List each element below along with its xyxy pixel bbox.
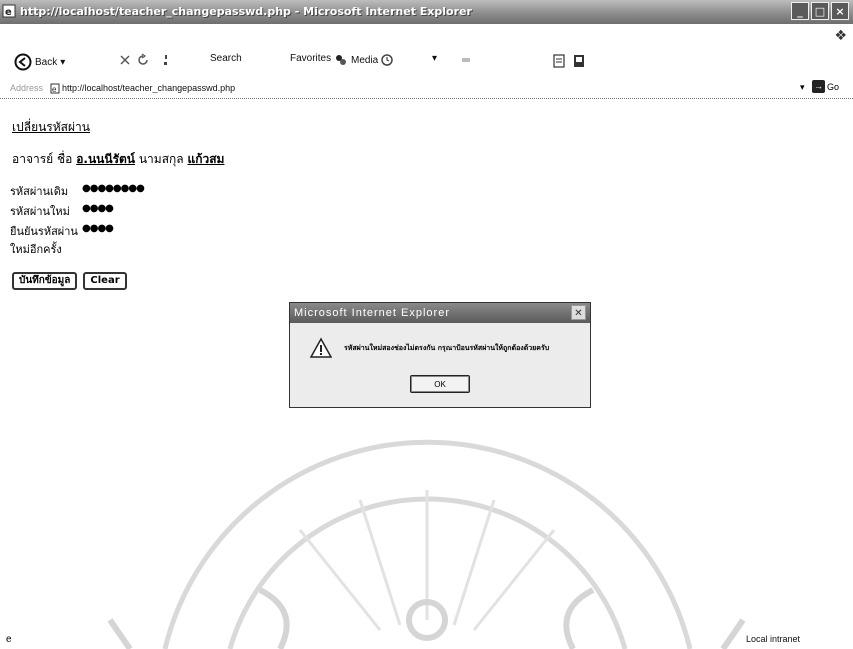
- ie-icon: e: [2, 4, 16, 18]
- new-password-label: รหัสผ่านใหม่: [10, 205, 70, 218]
- stop-button[interactable]: [118, 53, 132, 67]
- teacher-prefix: อาจารย์ ชื่อ: [12, 152, 73, 166]
- favorites-label: Favorites: [290, 53, 332, 64]
- window-titlebar: e http://localhost/teacher_changepasswd.…: [0, 0, 853, 24]
- security-zone: Local intranet: [746, 634, 801, 644]
- address-bar: Address e ▾ → Go: [0, 80, 853, 99]
- refresh-button[interactable]: [136, 53, 150, 67]
- confirm-password-label-line2: ใหม่อีกครั้ง: [10, 243, 62, 256]
- go-button[interactable]: → Go: [812, 80, 839, 93]
- edit-button[interactable]: [552, 53, 566, 69]
- print-button[interactable]: [460, 53, 472, 65]
- chevron-down-icon: ▾: [432, 53, 438, 64]
- history-icon: [381, 54, 393, 66]
- back-arrow-icon: [14, 53, 32, 71]
- refresh-icon: [138, 53, 148, 65]
- address-label: Address: [10, 83, 44, 93]
- media-button[interactable]: Media: [334, 53, 378, 67]
- confirm-password-field[interactable]: ●●●●: [82, 223, 114, 234]
- teacher-info: อาจารย์ ชื่อ อ.นนนีรัตน์ นามสกุล แก้วสม: [12, 150, 224, 169]
- dialog-title: Microsoft Internet Explorer: [290, 303, 590, 323]
- save-button[interactable]: บันทึกข้อมูล: [12, 272, 78, 290]
- teacher-name: อ.นนนีรัตน์: [76, 152, 136, 166]
- history-button[interactable]: [380, 53, 394, 67]
- old-password-field[interactable]: ●●●●●●●●: [82, 183, 145, 194]
- status-bar: e Local intranet: [0, 632, 853, 649]
- media-icon: [336, 55, 346, 65]
- clear-button[interactable]: Clear: [83, 272, 127, 290]
- windows-logo-icon: ❖: [834, 28, 847, 44]
- ok-button[interactable]: OK: [410, 375, 470, 393]
- search-label: Search: [210, 53, 242, 64]
- confirm-password-label: ยืนยันรหัสผ่าน: [10, 225, 78, 238]
- back-button[interactable]: Back ▾: [14, 53, 65, 71]
- svg-text:e: e: [5, 7, 12, 18]
- mail-button[interactable]: ▾: [432, 53, 437, 64]
- go-arrow-icon: →: [812, 80, 825, 93]
- surname-prefix: นามสกุล: [138, 152, 184, 166]
- print-icon: [462, 58, 470, 62]
- messenger-icon: [574, 55, 584, 67]
- page-icon: e: [50, 83, 60, 94]
- alert-dialog: Microsoft Internet Explorer ✕ รหัสผ่านให…: [289, 302, 591, 408]
- window-title: http://localhost/teacher_changepasswd.ph…: [20, 5, 472, 18]
- edit-icon: [553, 54, 565, 68]
- university-seal-watermark: [107, 439, 746, 649]
- messenger-button[interactable]: [572, 53, 586, 69]
- home-button[interactable]: [160, 53, 172, 67]
- minimize-button[interactable]: _: [791, 2, 809, 20]
- dialog-close-button[interactable]: ✕: [571, 305, 586, 320]
- stop-icon: [120, 55, 130, 65]
- maximize-button[interactable]: □: [811, 2, 829, 20]
- old-password-label: รหัสผ่านเดิม: [10, 185, 69, 198]
- home-icon: [164, 55, 167, 65]
- go-label: Go: [827, 81, 840, 92]
- address-input[interactable]: [62, 81, 762, 95]
- chevron-down-icon[interactable]: ▾: [800, 82, 805, 93]
- search-button[interactable]: Search: [210, 53, 242, 64]
- dialog-message: รหัสผ่านใหม่สองช่องไม่ตรงกัน กรุณาป้อนรห…: [344, 344, 550, 352]
- chevron-down-icon: ▾: [60, 56, 66, 68]
- warning-icon: [310, 337, 332, 358]
- page-status-icon: e: [6, 634, 12, 645]
- svg-text:e: e: [52, 85, 57, 94]
- favorites-button[interactable]: Favorites: [290, 53, 331, 64]
- toolbar: Back ▾ Search Favorites Media ▾: [0, 48, 853, 78]
- media-label: Media: [351, 54, 379, 66]
- teacher-surname: แก้วสม: [187, 152, 225, 166]
- new-password-field[interactable]: ●●●●: [82, 203, 114, 214]
- back-label: Back: [35, 56, 58, 68]
- close-window-button[interactable]: ×: [831, 2, 849, 20]
- page-title-link[interactable]: เปลี่ยนรหัสผ่าน: [12, 118, 90, 137]
